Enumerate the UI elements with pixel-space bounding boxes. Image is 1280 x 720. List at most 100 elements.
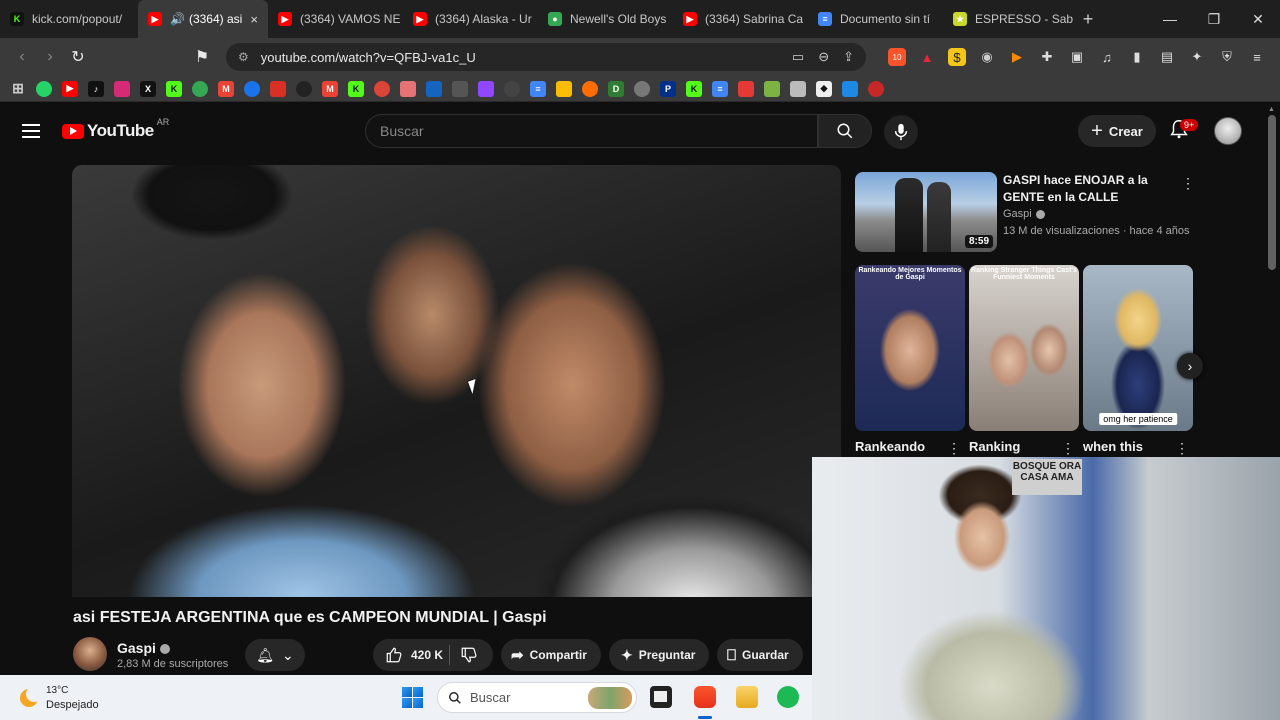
subscription-bell-button[interactable]: 🔔︎ ⌄ [245, 639, 305, 671]
browser-tab[interactable]: ≡ Documento sin tí [808, 0, 943, 38]
brave-shield-icon[interactable]: 10 [888, 48, 906, 66]
extensions-icon[interactable]: ✚ [1038, 48, 1056, 66]
maximize-icon[interactable]: ❐ [1192, 11, 1236, 28]
tab-search-icon[interactable]: ▣ [1068, 48, 1086, 66]
thumbs-down-icon[interactable] [460, 646, 478, 664]
task-view-icon[interactable] [650, 686, 672, 708]
create-button[interactable]: + Crear [1078, 115, 1156, 147]
short-title[interactable]: Rankeando [855, 439, 925, 454]
channel-name[interactable]: Gaspi [117, 640, 170, 656]
wallet-icon[interactable]: ▤ [1158, 48, 1176, 66]
menu-icon[interactable]: ≡ [1248, 48, 1266, 66]
bookmark-icon-red[interactable] [400, 80, 416, 97]
like-button[interactable]: 420 K [373, 646, 443, 664]
scroll-up-icon[interactable]: ▲ [1268, 106, 1275, 113]
docs-bookmark-icon-2[interactable]: ≡ [712, 80, 728, 97]
voice-search-button[interactable] [884, 115, 918, 149]
docs-bookmark-icon[interactable]: ≡ [530, 80, 546, 97]
vpn-icon[interactable]: ⛨ [1218, 48, 1236, 66]
search-red-icon[interactable] [868, 80, 884, 97]
weather-widget[interactable]: 13°C Despejado [18, 683, 118, 713]
diamond-icon[interactable]: ◆ [816, 80, 832, 97]
grid-app-icon[interactable] [426, 80, 442, 97]
search-input[interactable]: Buscar [365, 114, 818, 148]
cast-icon[interactable]: ▭ [792, 49, 804, 65]
channel-avatar[interactable] [73, 637, 107, 671]
whatsapp-icon[interactable] [36, 80, 52, 97]
more-options-icon[interactable]: ⋮ [1061, 441, 1075, 455]
media-icon[interactable]: ◉ [978, 48, 996, 66]
leo-icon[interactable]: ✦ [1188, 48, 1206, 66]
short-thumbnail[interactable]: omg her patience [1083, 265, 1193, 431]
browser-tab[interactable]: ● Newell's Old Boys [538, 0, 673, 38]
zoom-icon[interactable]: ⊖ [818, 49, 829, 65]
short-title[interactable]: when this [1083, 439, 1143, 454]
ask-button[interactable]: ✦ Preguntar [609, 639, 709, 671]
play-ext-icon[interactable]: ▶ [1008, 48, 1026, 66]
brave-rewards-icon[interactable]: ▲ [918, 48, 936, 66]
more-options-icon[interactable]: ⋮ [947, 441, 961, 455]
file-explorer-icon[interactable] [736, 686, 758, 708]
video-thumbnail[interactable]: 8:59 [855, 172, 997, 252]
globe-bookmark-icon[interactable] [634, 80, 650, 97]
ball-icon[interactable] [192, 80, 208, 97]
gmail-icon-2[interactable]: M [322, 80, 338, 97]
site-info-icon[interactable]: ⚙ [238, 50, 249, 64]
drive-icon[interactable] [556, 80, 572, 97]
recommended-title[interactable]: GASPI hace ENOJAR a la GENTE en la CALLE [1003, 172, 1173, 206]
page-scrollbar[interactable] [1268, 115, 1276, 270]
spotify-icon[interactable] [777, 686, 799, 708]
api-icon[interactable] [452, 80, 468, 97]
bookmark-icon[interactable]: ⚑ [188, 47, 216, 67]
x-icon[interactable]: X [140, 80, 156, 97]
browser-tab[interactable]: ★ ESPRESSO - Sabri [943, 0, 1073, 38]
chart-icon[interactable] [270, 80, 286, 97]
download-red-icon[interactable] [738, 80, 754, 97]
new-tab-button[interactable]: + [1073, 9, 1103, 30]
video-player[interactable] [72, 165, 841, 597]
browser-tab[interactable]: ▶ (3364) Alaska - Ur [403, 0, 538, 38]
more-options-icon[interactable]: ⋮ [1181, 176, 1195, 190]
sidebar-icon[interactable]: ▮ [1128, 48, 1146, 66]
recommended-channel[interactable]: Gaspi [1003, 208, 1045, 220]
tiktok-icon[interactable]: ♪ [88, 80, 104, 97]
back-icon[interactable]: ‹ [8, 48, 36, 66]
recommended-video[interactable]: 8:59 GASPI hace ENOJAR a la GENTE en la … [855, 172, 1195, 252]
paypal-icon[interactable]: P [660, 80, 676, 97]
gmail-icon[interactable]: M [218, 80, 234, 97]
file-icon[interactable] [790, 80, 806, 97]
browser-tab[interactable]: K kick.com/popout/ [0, 0, 138, 38]
minimize-icon[interactable]: — [1148, 11, 1192, 28]
wallet-ext-icon[interactable]: $ [948, 48, 966, 66]
tab-close-icon[interactable]: × [244, 12, 258, 27]
share-page-icon[interactable]: ⇪ [843, 49, 854, 65]
short-title[interactable]: Ranking [969, 439, 1020, 454]
browser-tab[interactable]: ▶ (3364) VAMOS NE [268, 0, 403, 38]
taskbar-search[interactable]: Buscar [437, 682, 637, 713]
save-button[interactable]: ⎕ Guardar [717, 639, 803, 671]
reload-icon[interactable]: ↻ [64, 47, 92, 67]
apps-icon[interactable]: ⊞ [10, 80, 26, 97]
brave-browser-icon[interactable] [694, 686, 716, 708]
short-thumbnail[interactable]: Ranking Stranger Things Cast's Funniest … [969, 265, 1079, 431]
twitch-icon[interactable] [478, 80, 494, 97]
github-icon[interactable] [296, 80, 312, 97]
browser-tab[interactable]: ▶ (3364) Sabrina Ca [673, 0, 808, 38]
hamburger-menu-icon[interactable] [22, 120, 40, 142]
account-avatar[interactable] [1214, 117, 1242, 145]
instagram-icon[interactable] [114, 80, 130, 97]
share-button[interactable]: ➦ Compartir [501, 639, 601, 671]
download-green-icon[interactable] [764, 80, 780, 97]
short-thumbnail[interactable]: Rankeando Mejores Momentos de Gaspi [855, 265, 965, 431]
openai-icon[interactable] [504, 80, 520, 97]
music-control-icon[interactable]: ♫ [1098, 48, 1116, 66]
windows-start-icon[interactable] [402, 687, 423, 708]
close-window-icon[interactable]: ✕ [1236, 11, 1280, 28]
search-button[interactable] [818, 114, 872, 148]
youtube-logo[interactable]: YouTube AR [62, 117, 169, 141]
browser-tab-active[interactable]: ▶ 🔊 (3364) asi × [138, 0, 268, 38]
kick-bookmark-icon-2[interactable]: K [348, 80, 364, 97]
download-blue-icon[interactable] [842, 80, 858, 97]
orange-dot-icon[interactable] [582, 80, 598, 97]
tool-icon[interactable] [244, 80, 260, 97]
